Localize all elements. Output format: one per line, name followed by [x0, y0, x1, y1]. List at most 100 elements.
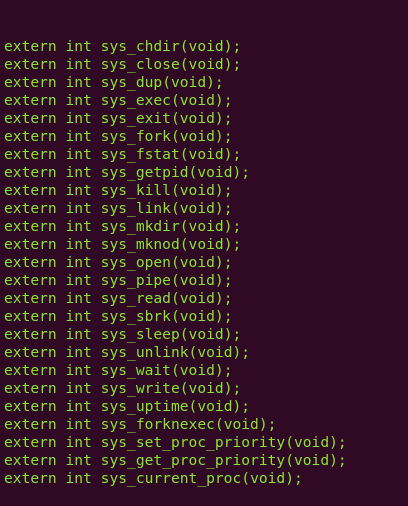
extern-keyword: extern: [4, 380, 57, 397]
code-line: extern int sys_exit(void);: [4, 110, 408, 128]
extern-keyword: extern: [4, 182, 57, 199]
close-paren-semicolon: );: [329, 434, 347, 451]
code-line: extern int sys_getpid(void);: [4, 164, 408, 182]
code-line: extern int sys_read(void);: [4, 290, 408, 308]
param-type: void: [179, 308, 215, 325]
code-line: extern int sys_open(void);: [4, 254, 408, 272]
param-type: void: [188, 218, 224, 235]
code-line: extern int sys_uptime(void);: [4, 398, 408, 416]
code-line: extern int sys_kill(void);: [4, 182, 408, 200]
function-name: sys_exit: [100, 110, 171, 127]
function-name: sys_pipe: [100, 272, 171, 289]
open-paren: (: [170, 254, 180, 271]
extern-keyword: extern: [4, 398, 57, 415]
function-name: sys_sbrk: [100, 308, 171, 325]
param-type: void: [179, 128, 215, 145]
extern-keyword: extern: [4, 362, 57, 379]
return-type: int: [65, 92, 92, 109]
open-paren: (: [170, 308, 180, 325]
code-line: extern int sys_close(void);: [4, 56, 408, 74]
code-line: extern int sys_forknexec(void);: [4, 416, 408, 434]
code-line: extern int sys_wait(void);: [4, 362, 408, 380]
extern-keyword: extern: [4, 218, 57, 235]
code-line: extern int sys_exec(void);: [4, 92, 408, 110]
return-type: int: [65, 38, 92, 55]
extern-keyword: extern: [4, 92, 57, 109]
extern-keyword: extern: [4, 74, 57, 91]
param-type: void: [250, 470, 286, 487]
extern-keyword: extern: [4, 470, 57, 487]
code-line: extern int sys_sleep(void);: [4, 326, 408, 344]
terminal-output[interactable]: extern int sys_chdir(void); extern int sy…: [0, 0, 408, 487]
extern-keyword: extern: [4, 200, 57, 217]
function-name: sys_open: [100, 254, 171, 271]
close-paren-semicolon: );: [214, 290, 233, 307]
close-paren-semicolon: );: [206, 74, 224, 91]
param-type: void: [188, 38, 224, 55]
code-line: extern int sys_mkdir(void);: [4, 218, 408, 236]
return-type: int: [65, 236, 92, 253]
param-type: void: [179, 110, 215, 127]
code-line: extern int sys_mknod(void);: [4, 236, 408, 254]
open-paren: (: [179, 218, 189, 235]
return-type: int: [65, 398, 92, 415]
open-paren: (: [214, 416, 224, 433]
param-type: void: [293, 452, 330, 469]
function-name: sys_kill: [100, 182, 171, 199]
close-paren-semicolon: );: [214, 110, 233, 127]
extern-keyword: extern: [4, 146, 57, 163]
function-name: sys_mkdir: [100, 218, 180, 235]
open-paren: (: [170, 290, 180, 307]
extern-keyword: extern: [4, 326, 57, 343]
extern-keyword: extern: [4, 254, 57, 271]
param-type: void: [293, 434, 330, 451]
close-paren-semicolon: );: [223, 218, 242, 235]
close-paren-semicolon: );: [214, 182, 233, 199]
close-paren-semicolon: );: [223, 38, 242, 55]
function-name: sys_forknexec: [100, 416, 215, 433]
return-type: int: [65, 110, 92, 127]
extern-keyword: extern: [4, 110, 57, 127]
open-paren: (: [170, 110, 180, 127]
return-type: int: [65, 218, 92, 235]
code-line: extern int sys_current_proc(void);: [4, 470, 408, 488]
param-type: void: [179, 272, 215, 289]
close-paren-semicolon: );: [232, 164, 251, 181]
close-paren-semicolon: );: [285, 470, 303, 487]
close-paren-semicolon: );: [214, 200, 233, 217]
return-type: int: [65, 416, 92, 433]
return-type: int: [65, 380, 92, 397]
code-line: extern int sys_sbrk(void);: [4, 308, 408, 326]
open-paren: (: [179, 56, 189, 73]
function-name: sys_get_proc_priority: [100, 452, 286, 469]
close-paren-semicolon: );: [329, 452, 347, 469]
extern-keyword: extern: [4, 434, 57, 451]
open-paren: (: [162, 74, 171, 91]
close-paren-semicolon: );: [232, 344, 251, 361]
return-type: int: [65, 128, 92, 145]
close-paren-semicolon: );: [258, 416, 277, 433]
return-type: int: [65, 452, 92, 469]
param-type: void: [197, 344, 233, 361]
param-type: void: [197, 398, 233, 415]
code-line: extern int sys_unlink(void);: [4, 344, 408, 362]
open-paren: (: [179, 380, 189, 397]
close-paren-semicolon: );: [214, 92, 233, 109]
extern-keyword: extern: [4, 56, 57, 73]
function-name: sys_current_proc: [100, 470, 242, 487]
open-paren: (: [170, 92, 180, 109]
open-paren: (: [170, 272, 180, 289]
code-line: extern int sys_write(void);: [4, 380, 408, 398]
extern-keyword: extern: [4, 164, 57, 181]
function-name: sys_write: [100, 380, 180, 397]
function-name: sys_chdir: [100, 38, 180, 55]
param-type: void: [179, 254, 215, 271]
open-paren: (: [170, 362, 180, 379]
return-type: int: [65, 362, 92, 379]
extern-keyword: extern: [4, 128, 57, 145]
open-paren: (: [241, 470, 251, 487]
param-type: void: [188, 236, 224, 253]
return-type: int: [65, 254, 92, 271]
code-line: extern int sys_set_proc_priority(void);: [4, 434, 408, 452]
function-name: sys_set_proc_priority: [100, 434, 286, 451]
